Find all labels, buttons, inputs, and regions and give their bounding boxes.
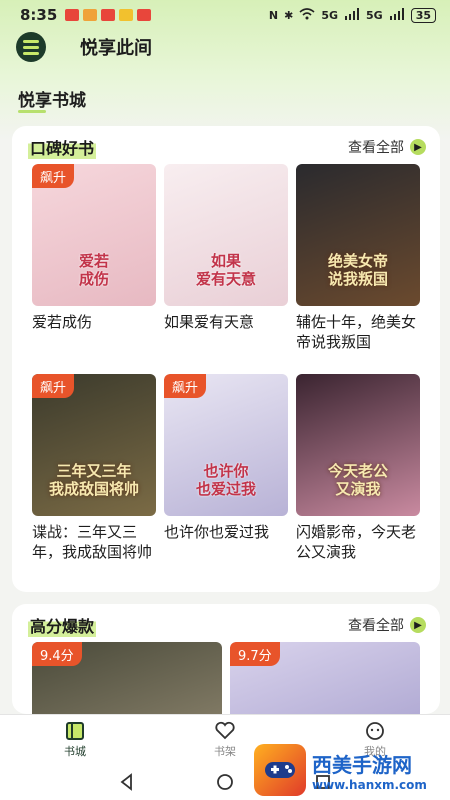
nav-label: 书城: [64, 744, 86, 758]
section-title: 口碑好书: [28, 135, 97, 159]
view-all-button[interactable]: 查看全部 ▶: [348, 615, 426, 635]
home-icon[interactable]: [216, 773, 234, 791]
signal-icon: [344, 7, 360, 23]
watermark-title: 西美手游网: [312, 752, 412, 777]
book-item[interactable]: 飙升三年又三年 我成敌国将帅谍战：三年又三年，我成敌国将帅: [32, 374, 156, 562]
cover-title-art: 爱若 成伤: [78, 252, 109, 288]
view-all-label: 查看全部: [348, 140, 404, 156]
nav-label: 书架: [214, 744, 236, 758]
view-all-label: 查看全部: [348, 618, 404, 634]
rank-badge: 9.7分: [230, 642, 280, 666]
book-item[interactable]: 9.4分: [32, 642, 222, 714]
book-cover[interactable]: 飙升爱若 成伤: [32, 164, 156, 306]
notification-icon: [119, 9, 134, 21]
book-title[interactable]: 也许你也爱过我: [164, 522, 288, 542]
chat-smile-icon: [366, 721, 384, 740]
watermark-url: www.hanxm.com: [312, 777, 427, 792]
tab-bookstore[interactable]: 悦享书城: [18, 86, 86, 111]
book-cover[interactable]: 如果 爱有天意: [164, 164, 288, 306]
book-cover[interactable]: 绝美女帝 说我叛国: [296, 164, 420, 306]
back-icon[interactable]: [118, 773, 136, 791]
book-cover[interactable]: 今天老公 又演我: [296, 374, 420, 516]
section-title: 高分爆款: [28, 613, 97, 637]
cover-title-art: 如果 爱有天意: [195, 252, 256, 288]
wifi-icon: [299, 7, 315, 23]
rank-badge: 飙升: [32, 164, 75, 188]
book-item[interactable]: 今天老公 又演我闪婚影帝，今天老公又演我: [296, 374, 420, 562]
nfc-icon: N: [268, 8, 279, 22]
cover-title-art: 三年又三年 我成敌国将帅: [48, 462, 139, 498]
section-high-score: 高分爆款 查看全部 ▶ 9.4分 9.7分: [12, 604, 440, 714]
status-bar: 8:35 N ✱ 5G 5G 35: [0, 0, 450, 30]
book-cover[interactable]: 飙升也许你 也爱过我: [164, 374, 288, 516]
app-bar: 悦享此间: [16, 32, 152, 62]
tab-indicator: [18, 110, 46, 113]
rank-badge: 9.4分: [32, 642, 82, 666]
book-title[interactable]: 如果爱有天意: [164, 312, 288, 332]
arrow-right-icon: ▶: [410, 139, 426, 155]
rank-badge: 飙升: [32, 374, 75, 398]
book-item[interactable]: 飙升也许你 也爱过我也许你也爱过我: [164, 374, 288, 542]
nav-item-bookstore[interactable]: 书城: [0, 715, 150, 764]
watermark: 西美手游网 www.hanxm.com: [254, 740, 450, 800]
book-item[interactable]: 如果 爱有天意如果爱有天意: [164, 164, 288, 332]
book-cover[interactable]: 9.7分: [230, 642, 420, 714]
section-header: 高分爆款 查看全部 ▶: [28, 612, 426, 638]
book-title[interactable]: 闪婚影帝，今天老公又演我: [296, 522, 420, 562]
cover-title-art: 也许你 也爱过我: [195, 462, 256, 498]
book-item[interactable]: 9.7分: [230, 642, 420, 714]
book-cover[interactable]: 飙升三年又三年 我成敌国将帅: [32, 374, 156, 516]
notification-icon: [101, 9, 116, 21]
book-item[interactable]: 绝美女帝 说我叛国辅佐十年，绝美女帝说我叛国: [296, 164, 420, 352]
bluetooth-icon: ✱: [284, 8, 294, 22]
status-time: 8:35: [20, 6, 58, 24]
network-label: 5G: [366, 8, 383, 22]
section-reputation-books: 口碑好书 查看全部 ▶ 飙升 爱若 成伤 爱若成伤 如果 爱有天意 如果爱有天意 绝美女帝…: [12, 126, 440, 592]
cover-title-art: 绝美女帝 说我叛国: [327, 252, 388, 288]
view-all-button[interactable]: 查看全部 ▶: [348, 137, 426, 157]
notification-icon: [83, 9, 98, 21]
status-indicators: N ✱ 5G 5G 35: [268, 7, 436, 23]
notification-icon: [65, 9, 80, 21]
notification-icon: [137, 9, 152, 21]
book-cover[interactable]: 9.4分: [32, 642, 222, 714]
book-title[interactable]: 谍战：三年又三年，我成敌国将帅: [32, 522, 156, 562]
app-title: 悦享此间: [80, 38, 152, 59]
network-label: 5G: [321, 8, 338, 22]
heart-icon: [215, 721, 235, 739]
battery-indicator: 35: [410, 7, 436, 23]
book-city-icon: [66, 721, 84, 740]
cover-title-art: 今天老公 又演我: [327, 462, 388, 498]
book-item[interactable]: 飙升爱若 成伤爱若成伤: [32, 164, 156, 332]
gamepad-icon: [254, 744, 306, 796]
signal-icon: [389, 7, 405, 23]
section-header: 口碑好书 查看全部 ▶: [28, 134, 426, 160]
rank-badge: 飙升: [164, 374, 207, 398]
book-title[interactable]: 辅佐十年，绝美女帝说我叛国: [296, 312, 420, 352]
book-title[interactable]: 爱若成伤: [32, 312, 156, 332]
arrow-right-icon: ▶: [410, 617, 426, 633]
app-logo-icon[interactable]: [16, 32, 46, 62]
